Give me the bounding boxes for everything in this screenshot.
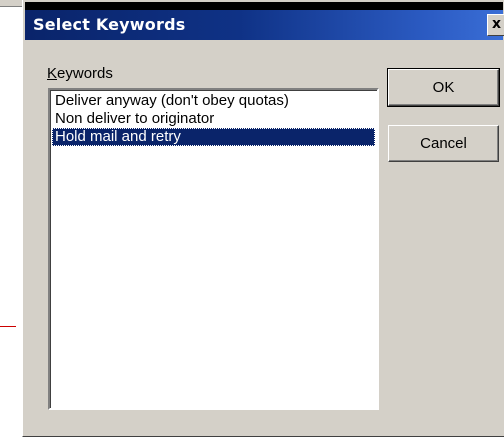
- close-icon: x: [492, 16, 502, 32]
- list-item-hold-mail[interactable]: Hold mail and retry: [52, 128, 375, 146]
- cancel-button[interactable]: Cancel: [388, 125, 499, 162]
- background-window-edge: [0, 0, 22, 435]
- background-window-strip: [0, 0, 22, 7]
- background-red-line: [0, 326, 16, 327]
- list-item-non-deliver[interactable]: Non deliver to originator: [52, 110, 375, 128]
- cancel-button-label: Cancel: [420, 135, 467, 152]
- select-keywords-dialog: Select Keywords x Keywords Deliver anywa…: [22, 0, 504, 437]
- close-button[interactable]: x: [487, 14, 504, 36]
- ok-button[interactable]: OK: [387, 68, 500, 107]
- keywords-label-text: eywords: [57, 65, 113, 82]
- keywords-listbox[interactable]: Deliver anyway (don't obey quotas) Non d…: [48, 88, 379, 410]
- keywords-label-accelerator: K: [47, 65, 58, 82]
- keywords-label: Keywords: [47, 65, 113, 82]
- dialog-title: Select Keywords: [33, 15, 186, 34]
- ok-button-label: OK: [432, 79, 455, 96]
- dialog-title-bar[interactable]: Select Keywords x: [25, 2, 504, 40]
- list-item-deliver-anyway[interactable]: Deliver anyway (don't obey quotas): [52, 92, 375, 110]
